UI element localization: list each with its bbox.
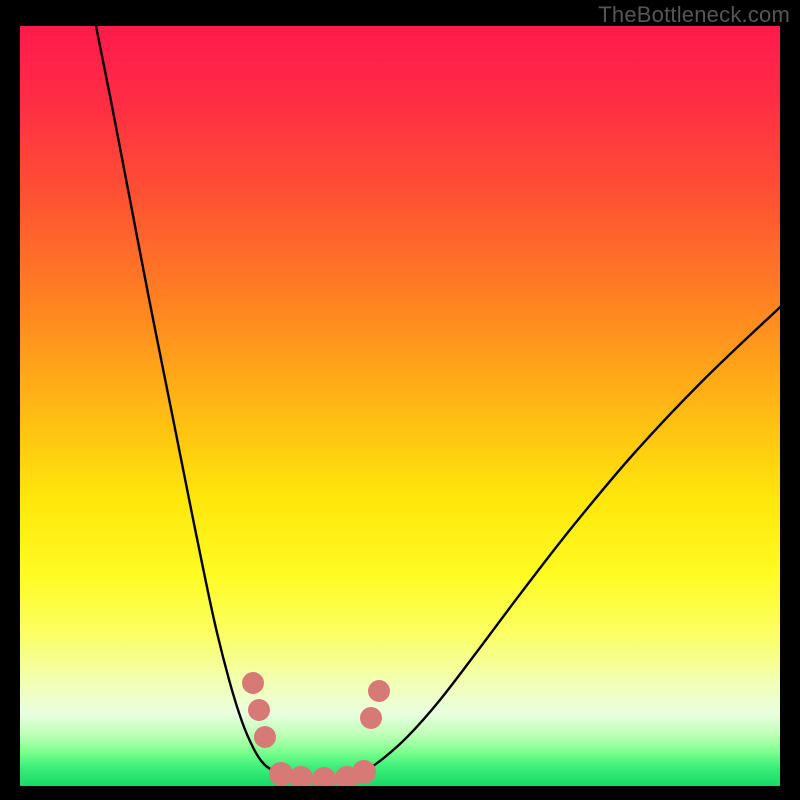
chart-frame: TheBottleneck.com: [0, 0, 800, 800]
curve-marker: [254, 726, 276, 748]
watermark-text: TheBottleneck.com: [598, 2, 790, 28]
curve-marker: [312, 767, 336, 786]
curve-marker: [248, 699, 270, 721]
plot-area: [20, 26, 780, 786]
curve-marker: [352, 760, 376, 784]
marker-layer: [20, 26, 780, 786]
curve-marker: [242, 672, 264, 694]
curve-marker: [360, 707, 382, 729]
curve-marker: [289, 766, 313, 786]
curve-marker: [368, 680, 390, 702]
